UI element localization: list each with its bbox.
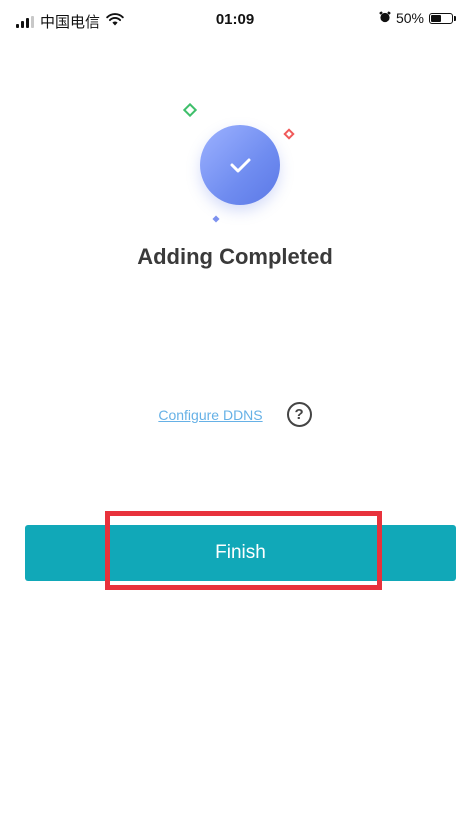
sparkle-red-icon	[283, 128, 295, 140]
alarm-icon	[379, 10, 391, 26]
help-icon[interactable]: ?	[286, 402, 312, 427]
battery-icon	[429, 12, 456, 24]
success-graphic	[175, 95, 305, 230]
configure-ddns-link[interactable]: Configure DDNS	[158, 407, 262, 423]
ddns-row: Configure DDNS ?	[0, 402, 470, 427]
sparkle-green-icon	[183, 103, 197, 117]
battery-percent: 50%	[395, 10, 424, 26]
success-circle	[200, 125, 280, 205]
finish-button[interactable]: Finish	[25, 525, 456, 581]
status-right: 50%	[379, 10, 456, 26]
screen: 中国电信 01:09 50% Adding Completed Configur…	[0, 0, 470, 837]
page-title: Adding Completed	[137, 244, 333, 269]
checkmark-icon	[230, 158, 251, 173]
status-bar: 中国电信 01:09 50%	[0, 0, 470, 40]
sparkle-blue-icon	[212, 215, 220, 223]
